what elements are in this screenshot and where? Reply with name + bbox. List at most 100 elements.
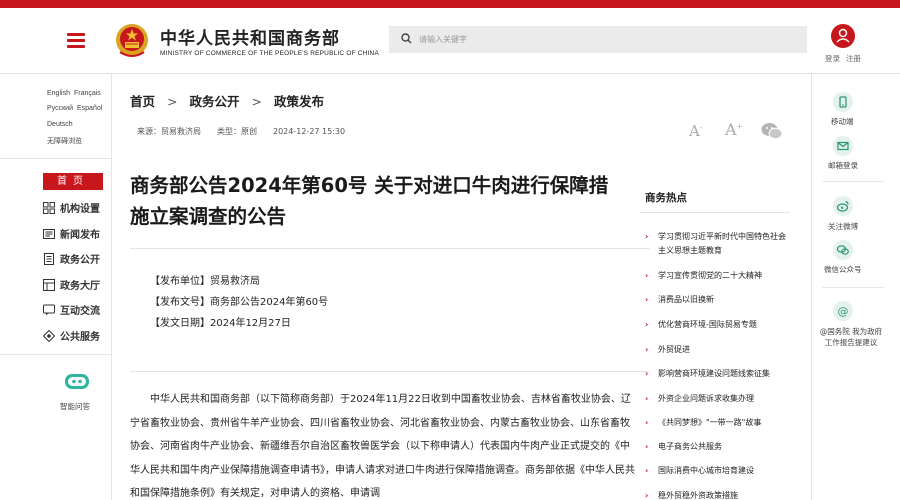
hot-topic-item[interactable]: › 消费品以旧换新 (645, 293, 790, 307)
menu-icon[interactable] (67, 33, 85, 48)
chevron-right-icon: › (645, 271, 649, 280)
meta-date: 2024-12-27 15:30 (273, 127, 346, 136)
nav-public-service[interactable]: 公共服务 (43, 328, 100, 343)
hot-topics-title: 商务热点 (645, 192, 687, 204)
meta-type: 类型：原创 (217, 127, 257, 136)
hot-topic-item[interactable]: › 稳外贸稳外资政策措施 (645, 489, 790, 500)
nav-label: 机构设置 (60, 204, 100, 215)
chevron-right-icon: › (645, 295, 649, 304)
breadcrumb-policy[interactable]: 政策发布 (274, 94, 324, 109)
hot-topic-label: 优化营商环境-国际贸易专题 (658, 320, 757, 329)
info-date: 【发文日期】2024年12月27日 (150, 318, 291, 329)
chevron-right-icon: > (167, 94, 178, 109)
svg-text:@: @ (838, 305, 849, 318)
article-meta: 来源：贸易救济局 类型：原创 2024-12-27 15:30 (137, 126, 361, 137)
nav-label: 互动交流 (60, 306, 100, 317)
hot-topic-item[interactable]: › 学习宣传贯彻党的二十大精神 (645, 269, 790, 283)
divider (130, 248, 650, 249)
lang-spanish[interactable]: Español (77, 105, 102, 112)
service-icon (43, 330, 55, 342)
hot-topic-label: 电子商务公共服务 (658, 442, 722, 451)
font-increase-icon[interactable]: A+ (725, 120, 742, 139)
language-row-1: English Français (47, 90, 105, 97)
hall-icon (43, 279, 55, 291)
lang-french[interactable]: Français (74, 90, 101, 97)
hot-topic-label: 学习宣传贯彻党的二十大精神 (658, 271, 762, 280)
robot-label[interactable]: 智能问答 (60, 401, 90, 412)
register-link[interactable]: 注册 (846, 54, 861, 63)
mail-label[interactable]: 邮箱登录 (828, 160, 858, 171)
hot-topic-item[interactable]: › 学习贯彻习近平新时代中国特色社会主义思想主题教育 (645, 230, 790, 258)
login-link[interactable]: 登录 (825, 54, 840, 63)
nav-home[interactable]: 首页 (43, 173, 103, 190)
nav-government-affairs[interactable]: 政务公开 (43, 251, 100, 266)
hot-topic-label: 稳外贸稳外资政策措施 (658, 491, 738, 500)
weibo-label[interactable]: 关注微博 (828, 221, 858, 232)
wechat-icon[interactable] (833, 240, 853, 260)
hot-topic-item[interactable]: › 《共同梦想》"一带一路"故事 (645, 416, 790, 430)
weibo-icon[interactable] (833, 196, 853, 216)
hot-topic-label: 学习贯彻习近平新时代中国特色社会主义思想主题教育 (658, 232, 786, 255)
info-doc-number: 【发布文号】商务部公告2024年第60号 (150, 297, 329, 308)
document-icon (44, 253, 54, 265)
search-box[interactable] (389, 26, 807, 53)
divider (0, 158, 112, 159)
breadcrumb-home[interactable]: 首页 (130, 94, 155, 109)
lang-english[interactable]: English (47, 90, 70, 97)
nav-organization[interactable]: 机构设置 (43, 200, 100, 215)
nav-interaction[interactable]: 互动交流 (43, 302, 100, 317)
hot-topic-label: 外资企业问题诉求收集办理 (658, 394, 754, 403)
wechat-label[interactable]: 微信公众号 (824, 264, 862, 275)
chevron-right-icon: › (645, 442, 649, 451)
mail-icon[interactable] (833, 136, 853, 156)
chevron-right-icon: › (645, 232, 649, 241)
divider (822, 287, 884, 288)
hot-topic-item[interactable]: › 外贸促进 (645, 343, 790, 357)
chevron-right-icon: › (645, 491, 649, 500)
meta-source: 来源：贸易救济局 (137, 127, 201, 136)
hot-topic-label: 消费品以旧换新 (658, 295, 714, 304)
search-input[interactable] (419, 26, 799, 53)
hot-topic-item[interactable]: › 电子商务公共服务 (645, 440, 790, 454)
nav-service-hall[interactable]: 政务大厅 (43, 277, 100, 292)
chevron-right-icon: › (645, 394, 649, 403)
nav-label: 政务大厅 (60, 281, 100, 292)
lang-german[interactable]: Deutsch (47, 121, 73, 128)
mobile-icon[interactable] (833, 92, 853, 112)
main-content: 首页 > 政务公开 > 政策发布 来源：贸易救济局 类型：原创 2024-12-27 15:… (113, 74, 810, 500)
chevron-right-icon: › (645, 369, 649, 378)
hot-topic-item[interactable]: › 影响营商环境建设问题线索征集 (645, 367, 790, 381)
site-logo-title[interactable]: 中华人民共和国商务部 (160, 24, 340, 49)
divider (130, 371, 650, 372)
article-body: 中华人民共和国商务部（以下简称商务部）于2024年11月22日收到中国畜牧业协会… (130, 394, 635, 499)
info-issuer: 【发布单位】贸易救济局 (150, 276, 260, 287)
mobile-label[interactable]: 移动端 (831, 116, 854, 127)
at-icon[interactable]: @ (833, 301, 853, 321)
chevron-right-icon: > (251, 94, 262, 109)
user-icon[interactable] (831, 24, 855, 48)
accessibility-link[interactable]: 无障碍浏览 (47, 136, 82, 146)
chevron-right-icon: › (645, 418, 649, 427)
chevron-right-icon: › (645, 345, 649, 354)
national-emblem-icon (116, 24, 148, 57)
robot-icon[interactable] (64, 372, 90, 392)
lang-russian[interactable]: Русский (47, 105, 73, 112)
grid-icon (43, 202, 55, 214)
language-row-3: Deutsch (47, 121, 77, 128)
hot-topic-item[interactable]: › 优化营商环境-国际贸易专题 (645, 318, 790, 332)
chevron-right-icon: › (645, 320, 649, 329)
gov-suggestion-label[interactable]: @国务院 我为政府 工作报告提建议 (813, 326, 889, 348)
hot-topic-label: 《共同梦想》"一带一路"故事 (658, 418, 762, 427)
wechat-share-icon[interactable] (761, 122, 783, 140)
hot-topic-item[interactable]: › 国际消费中心城市培育建设 (645, 464, 790, 478)
nav-label: 新闻发布 (60, 230, 100, 241)
breadcrumb-gov-affairs[interactable]: 政务公开 (190, 94, 240, 109)
hot-topic-label: 外贸促进 (658, 345, 690, 354)
divider (640, 212, 790, 213)
hot-topic-item[interactable]: › 外资企业问题诉求收集办理 (645, 392, 790, 406)
font-decrease-icon[interactable]: A- (689, 122, 702, 140)
user-links: 登录 注册 (825, 53, 861, 64)
search-icon[interactable] (401, 33, 412, 44)
nav-news[interactable]: 新闻发布 (43, 226, 100, 241)
gov-suggestion-line2: 工作报告提建议 (824, 338, 878, 347)
